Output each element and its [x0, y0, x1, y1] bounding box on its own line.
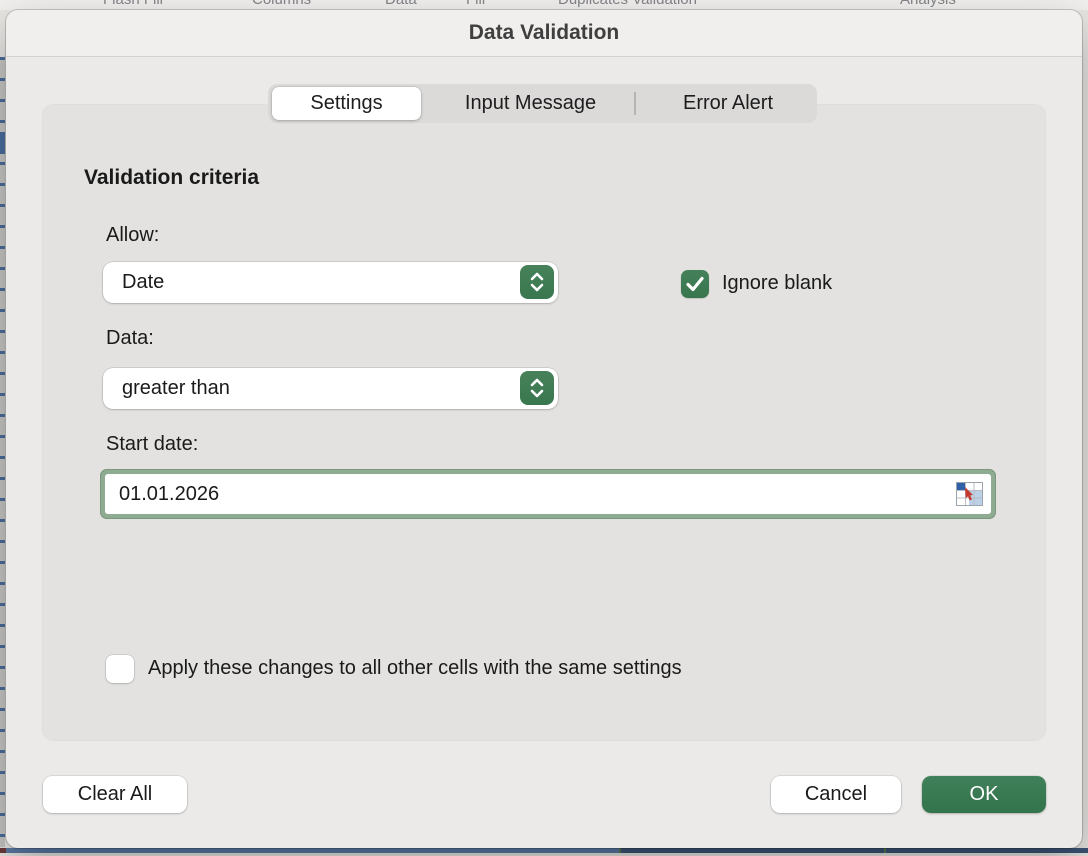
- ignore-blank-checkbox[interactable]: [681, 270, 709, 298]
- range-selector-icon[interactable]: [956, 482, 983, 506]
- checkmark-icon: [681, 270, 709, 298]
- dialog-titlebar: Data Validation: [6, 10, 1082, 57]
- chevron-up-down-icon: [520, 265, 554, 299]
- start-date-value: 01.01.2026: [105, 483, 219, 506]
- clear-all-button[interactable]: Clear All: [43, 776, 187, 813]
- dialog-title: Data Validation: [469, 21, 620, 45]
- ribbon-fragment: Data: [385, 0, 417, 8]
- background-cell-fragment: [0, 848, 6, 853]
- tab-error-alert-label: Error Alert: [683, 92, 773, 115]
- background-gridline: [619, 848, 621, 853]
- data-label: Data:: [106, 327, 154, 350]
- tab-settings-label: Settings: [310, 92, 382, 115]
- tab-divider: [634, 92, 636, 115]
- ignore-blank-label[interactable]: Ignore blank: [722, 272, 832, 295]
- tab-input-message[interactable]: Input Message: [428, 84, 633, 123]
- background-spreadsheet-bottom: [0, 847, 1088, 856]
- start-date-input[interactable]: 01.01.2026: [105, 474, 991, 514]
- ok-label: OK: [970, 783, 999, 806]
- apply-all-label[interactable]: Apply these changes to all other cells w…: [148, 657, 682, 680]
- tab-settings[interactable]: Settings: [272, 87, 421, 120]
- background-selection-sliver: [0, 132, 5, 154]
- settings-panel: [43, 105, 1045, 740]
- data-dropdown[interactable]: greater than: [103, 368, 558, 409]
- start-date-label: Start date:: [106, 433, 198, 456]
- allow-label: Allow:: [106, 224, 159, 247]
- allow-dropdown[interactable]: Date: [103, 262, 558, 303]
- allow-dropdown-value: Date: [103, 271, 164, 294]
- ribbon-fragment: Flash Fill: [103, 0, 163, 8]
- chevron-up-down-icon: [520, 371, 554, 405]
- start-date-focus-ring: 01.01.2026: [100, 469, 996, 519]
- data-dropdown-value: greater than: [103, 377, 230, 400]
- tab-group: Settings Input Message Error Alert: [268, 84, 817, 123]
- background-selected-row: [886, 848, 1088, 853]
- cancel-label: Cancel: [805, 783, 867, 806]
- background-gridline: [884, 848, 886, 853]
- validation-criteria-heading: Validation criteria: [84, 166, 259, 190]
- apply-all-checkbox[interactable]: [106, 655, 134, 683]
- ribbon-fragment: Analysis: [900, 0, 956, 8]
- background-spreadsheet-rows: [0, 57, 5, 848]
- tab-error-alert[interactable]: Error Alert: [643, 84, 813, 123]
- tab-input-message-label: Input Message: [465, 92, 596, 115]
- cancel-button[interactable]: Cancel: [771, 776, 901, 813]
- background-ribbon-strip: Flash Fill Columns Data Fill Duplicates …: [0, 0, 1088, 10]
- ribbon-fragment: Fill: [466, 0, 485, 8]
- data-validation-dialog: Data Validation Settings Input Message E…: [6, 10, 1082, 848]
- background-selected-row: [0, 848, 620, 853]
- clear-all-label: Clear All: [78, 783, 152, 806]
- ribbon-fragment: Columns: [252, 0, 311, 8]
- background-selected-row: [620, 848, 886, 853]
- ok-button[interactable]: OK: [922, 776, 1046, 813]
- ribbon-fragment: Duplicates Validation: [558, 0, 697, 8]
